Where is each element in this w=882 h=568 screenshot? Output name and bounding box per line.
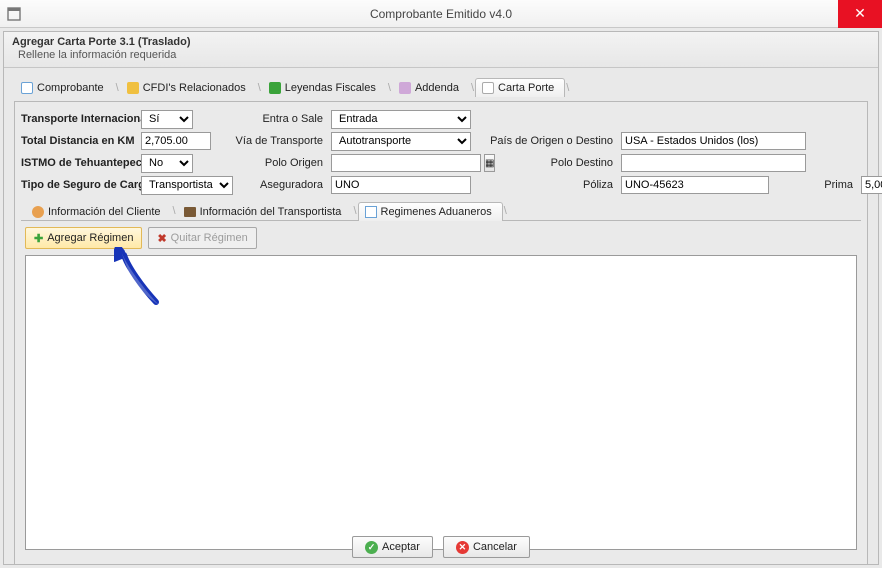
poliza-input[interactable] — [621, 176, 769, 194]
tab-leyendas[interactable]: Leyendas Fiscales — [262, 78, 387, 97]
prima-input[interactable] — [861, 176, 882, 194]
close-icon: ✕ — [854, 5, 866, 22]
pais-input[interactable] — [621, 132, 806, 150]
tab-cartaporte[interactable]: Carta Porte — [475, 78, 565, 97]
tabs-main: Comprobante \ CFDI's Relacionados \ Leye… — [14, 78, 868, 97]
poliza-label: Póliza — [471, 179, 617, 191]
link-icon — [127, 82, 139, 94]
dialog-header: Agregar Carta Porte 3.1 (Traslado) Relle… — [4, 32, 878, 68]
cancel-icon: ✕ — [456, 541, 469, 554]
accept-button[interactable]: ✓ Aceptar — [352, 536, 433, 558]
cancel-button[interactable]: ✕ Cancelar — [443, 536, 530, 558]
check-icon: ✓ — [365, 541, 378, 554]
user-icon — [32, 206, 44, 218]
aseguradora-label: Aseguradora — [198, 179, 327, 191]
distancia-input[interactable] — [141, 132, 211, 150]
entra-sale-select[interactable]: Entrada — [331, 110, 471, 129]
addenda-icon — [399, 82, 411, 94]
tab-relacionados[interactable]: CFDI's Relacionados — [120, 78, 257, 97]
dialog-footer: ✓ Aceptar ✕ Cancelar — [4, 536, 878, 558]
istmo-label: ISTMO de Tehuantepec — [21, 157, 137, 169]
dialog-frame: Agregar Carta Porte 3.1 (Traslado) Relle… — [3, 31, 879, 565]
remove-regimen-button: ✖ Quitar Régimen — [148, 227, 256, 249]
doc-icon — [21, 82, 33, 94]
pais-label: País de Origen o Destino — [471, 135, 617, 147]
truck-icon — [184, 207, 196, 217]
dialog-subtitle: Rellene la información requerida — [12, 49, 870, 61]
plus-icon: ✚ — [34, 232, 43, 245]
polo-destino-input — [621, 154, 806, 172]
tag-icon — [269, 82, 281, 94]
add-regimen-button[interactable]: ✚ Agregar Régimen — [25, 227, 142, 249]
transporte-label: Transporte Internacional — [21, 113, 137, 125]
entra-sale-label: Entra o Sale — [216, 113, 327, 125]
regimen-toolbar: ✚ Agregar Régimen ✖ Quitar Régimen — [21, 221, 861, 255]
via-select[interactable]: Autotransporte — [331, 132, 471, 151]
via-label: Vía de Transporte — [216, 135, 327, 147]
subtab-cliente[interactable]: Información del Cliente — [25, 202, 172, 221]
subtabs: Información del Cliente \ Información de… — [21, 202, 861, 221]
polo-destino-label: Polo Destino — [471, 157, 617, 169]
app-icon — [6, 6, 22, 22]
prima-label: Prima — [811, 179, 857, 191]
aseguradora-input[interactable] — [331, 176, 471, 194]
istmo-select[interactable]: No — [141, 154, 193, 173]
doc-icon — [365, 206, 377, 218]
polo-origen-label: Polo Origen — [216, 157, 327, 169]
subtab-transportista[interactable]: Información del Transportista — [177, 202, 353, 221]
dialog-title: Agregar Carta Porte 3.1 (Traslado) — [12, 36, 870, 48]
minus-icon: ✖ — [157, 232, 166, 245]
window-title: Comprobante Emitido v4.0 — [0, 7, 882, 21]
tab-addenda[interactable]: Addenda — [392, 78, 470, 97]
carta-icon — [482, 82, 494, 94]
tab-comprobante[interactable]: Comprobante — [14, 78, 115, 97]
regimen-list[interactable] — [25, 255, 857, 550]
transporte-select[interactable]: Sí — [141, 110, 193, 129]
polo-origen-input — [331, 154, 481, 172]
seguro-label: Tipo de Seguro de Carga — [21, 179, 137, 191]
subtab-regimenes[interactable]: Regimenes Aduaneros — [358, 202, 503, 221]
distancia-label: Total Distancia en KM — [21, 135, 137, 147]
close-button[interactable]: ✕ — [838, 0, 882, 28]
cartaporte-panel: Transporte Internacional Sí Entra o Sale… — [14, 101, 868, 565]
titlebar: Comprobante Emitido v4.0 ✕ — [0, 0, 882, 28]
